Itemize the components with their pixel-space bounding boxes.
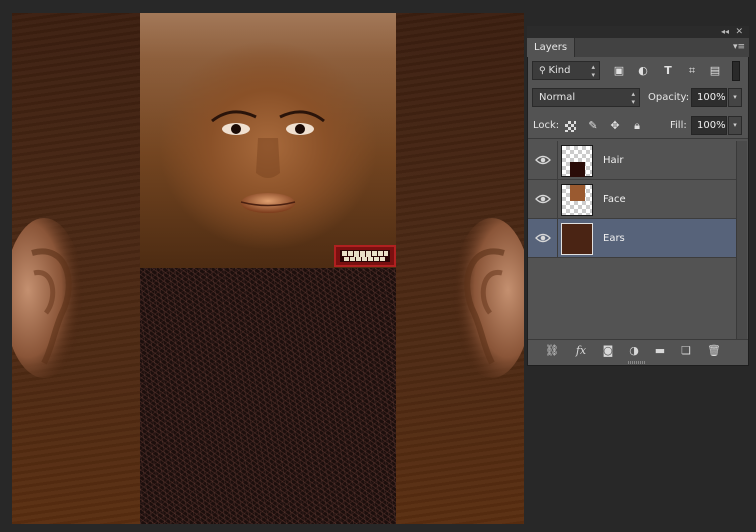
hair-layer-content — [140, 268, 396, 524]
adjustment-layer-icon[interactable]: ◑ — [627, 344, 641, 358]
face-layer-content — [140, 13, 396, 268]
blend-mode-select[interactable]: Normal ▴ ▾ — [532, 88, 640, 107]
filter-kind-label: Kind — [548, 65, 571, 76]
layer-row-ears[interactable]: Ears — [528, 219, 736, 258]
fill-input[interactable]: 100% — [691, 116, 727, 135]
face-texture-image — [211, 110, 325, 213]
teeth-texture — [334, 245, 396, 267]
fill-dropdown-icon[interactable]: ▾ — [728, 116, 742, 135]
opacity-input[interactable]: 100% — [691, 88, 727, 107]
lock-transparent-pixels-icon[interactable] — [565, 121, 576, 132]
visibility-eye-icon[interactable] — [535, 153, 551, 167]
layer-thumbnail-ears — [561, 223, 593, 255]
delete-layer-icon[interactable]: 🗑︎ — [707, 344, 721, 358]
visibility-eye-icon[interactable] — [535, 231, 551, 245]
layer-thumbnail-hair — [561, 145, 593, 177]
close-icon[interactable]: ✕ — [735, 26, 743, 38]
panel-resize-grip[interactable] — [628, 361, 646, 364]
smart-object-filter-icon[interactable]: ▤ — [708, 64, 722, 78]
double-chevron-left-icon[interactable]: ◂◂ — [721, 26, 729, 38]
panel-title-bar[interactable]: ◂◂ ✕ — [527, 26, 749, 38]
lock-label: Lock: — [533, 120, 560, 131]
opacity-dropdown-icon[interactable]: ▾ — [728, 88, 742, 107]
layer-row-hair[interactable]: Hair — [528, 141, 736, 180]
lock-all-icon[interactable]: 🔒︎ — [630, 119, 644, 133]
pixel-filter-icon[interactable]: ▣ — [612, 64, 626, 78]
photoshop-workspace: ◂◂ ✕ Layers ▾≡ ⚲ Kind ▴ ▾ ▣ ◐ T ⌗ ▤ Norma… — [0, 0, 756, 532]
row-separator — [557, 141, 558, 180]
new-layer-icon[interactable]: ❏ — [679, 344, 693, 358]
opacity-label: Opacity: — [648, 92, 690, 103]
blend-row: Normal ▴ ▾ Opacity: 100% ▾ — [528, 85, 748, 110]
panel-menu-icon[interactable]: ▾≡ — [733, 42, 745, 52]
layer-name: Ears — [603, 233, 625, 244]
lock-row: Lock: ✎ ✥ 🔒︎ Fill: 100% ▾ — [528, 113, 748, 139]
layer-filter-row: ⚲ Kind ▴ ▾ ▣ ◐ T ⌗ ▤ — [528, 58, 748, 83]
shape-filter-icon[interactable]: ⌗ — [685, 64, 699, 78]
select-arrows-icon: ▴ ▾ — [631, 90, 635, 106]
blend-mode-value: Normal — [539, 92, 576, 103]
tab-layers[interactable]: Layers — [527, 38, 576, 57]
right-ear-image — [452, 218, 524, 378]
layer-thumbnail-face — [561, 184, 593, 216]
adjustment-filter-icon[interactable]: ◐ — [636, 64, 650, 78]
filter-toggle-icon[interactable] — [732, 61, 740, 81]
layer-row-face[interactable]: Face — [528, 180, 736, 219]
select-arrows-icon: ▴ ▾ — [591, 63, 595, 79]
layer-name: Face — [603, 194, 626, 205]
filter-kind-select[interactable]: ⚲ Kind ▴ ▾ — [532, 61, 600, 80]
layer-list: Hair Face Ears — [528, 141, 748, 339]
type-filter-icon[interactable]: T — [661, 64, 675, 78]
fill-label: Fill: — [670, 120, 687, 131]
visibility-eye-icon[interactable] — [535, 192, 551, 206]
layer-name: Hair — [603, 155, 624, 166]
layer-list-scrollbar[interactable] — [736, 141, 747, 339]
row-separator — [557, 180, 558, 219]
panel-tab-bar: Layers ▾≡ — [527, 38, 749, 57]
new-group-icon[interactable]: ▬ — [653, 344, 667, 358]
layers-panel-footer: ⛓ fx ◙ ◑ ▬ ❏ 🗑︎ — [528, 339, 748, 361]
lock-position-icon[interactable]: ✥ — [608, 119, 622, 133]
link-layers-icon[interactable]: ⛓ — [545, 344, 559, 358]
row-separator — [557, 219, 558, 258]
document-canvas[interactable] — [12, 13, 524, 524]
layer-mask-icon[interactable]: ◙ — [601, 344, 615, 358]
left-ear-image — [12, 218, 84, 378]
layer-style-icon[interactable]: fx — [572, 344, 590, 358]
lock-image-pixels-icon[interactable]: ✎ — [586, 119, 600, 133]
